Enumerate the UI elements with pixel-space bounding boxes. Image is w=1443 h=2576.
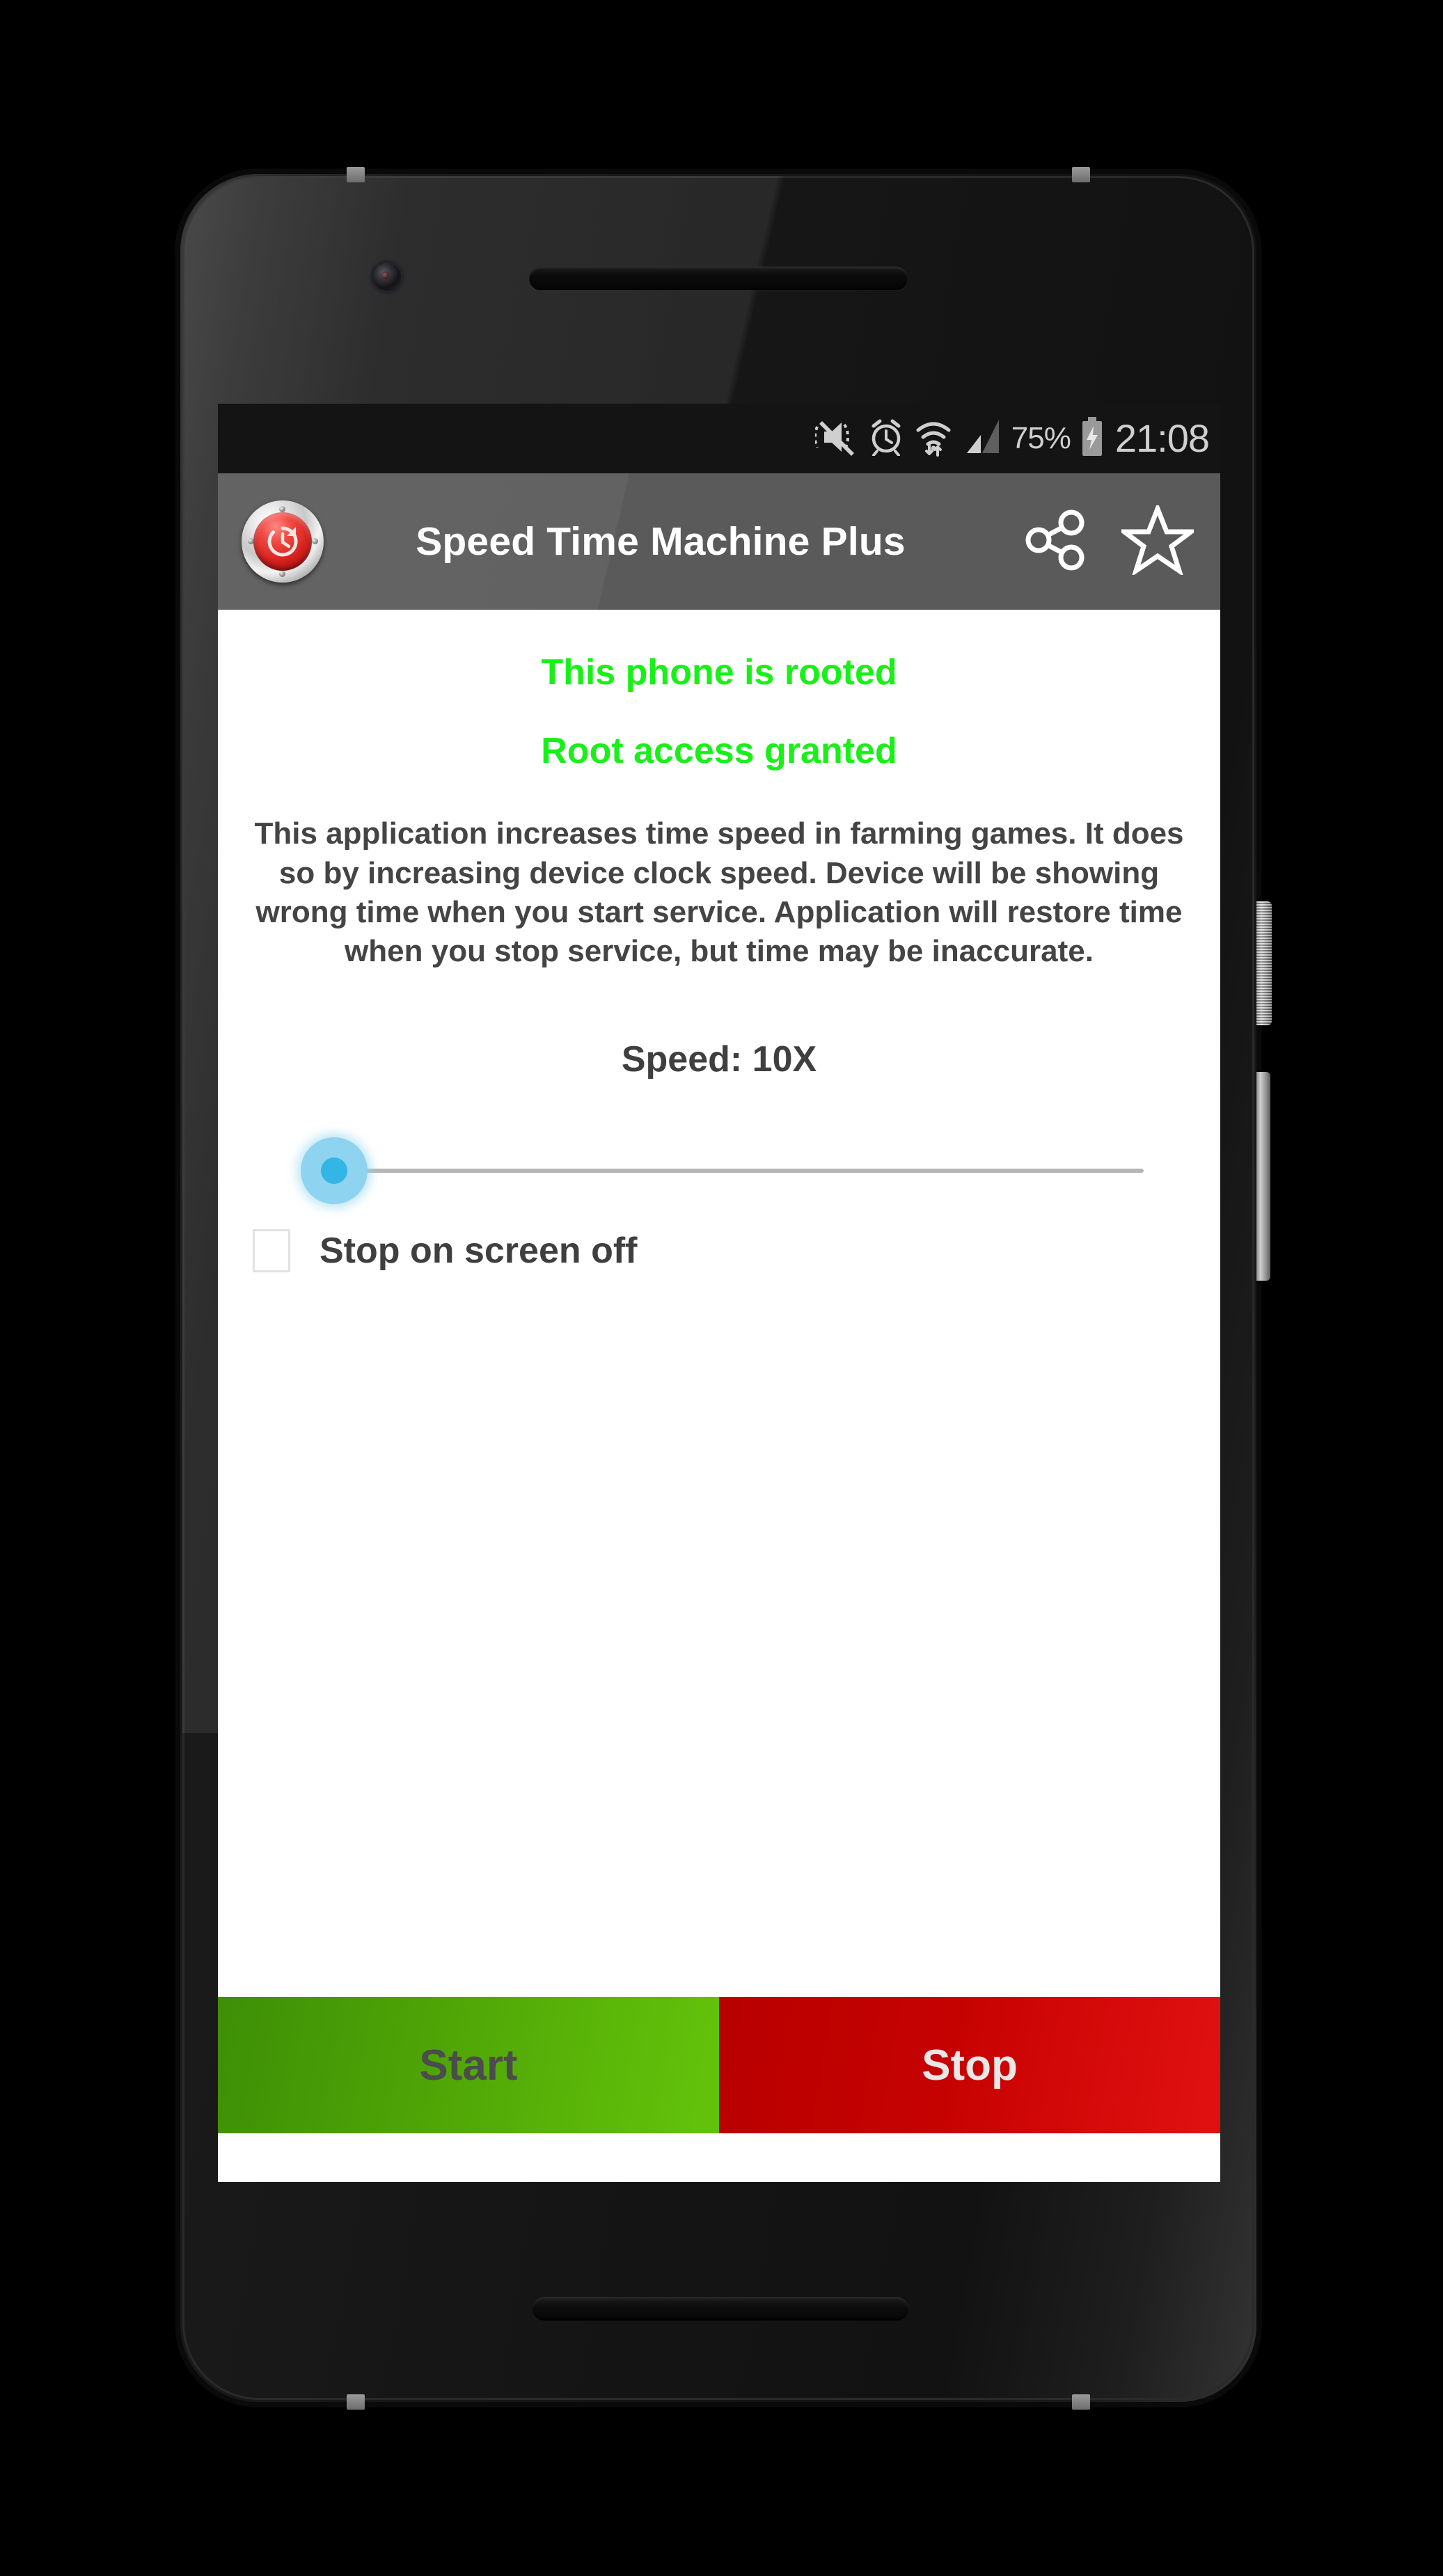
main-content: This phone is rooted Root access granted… <box>218 610 1220 1997</box>
stop-on-screen-off-label: Stop on screen off <box>320 1230 638 1271</box>
alarm-icon <box>868 418 904 459</box>
bottom-speaker <box>533 2297 908 2321</box>
bottom-action-bar: Start Stop <box>218 1997 1220 2133</box>
screenshot-stage: 75% 21:08 Speed Time Machine Plus This p… <box>0 0 1443 2576</box>
volume-rocker-button[interactable] <box>1256 1072 1270 1281</box>
antenna-line-top-right <box>1072 167 1090 182</box>
signal-icon <box>963 418 1002 459</box>
speed-label: Speed: 10X <box>621 1038 817 1080</box>
app-icon-rivet <box>279 571 285 577</box>
app-action-bar: Speed Time Machine Plus <box>218 473 1220 610</box>
phone-screen: 75% 21:08 Speed Time Machine Plus This p… <box>218 404 1220 2182</box>
start-button[interactable]: Start <box>218 1997 719 2133</box>
rate-button[interactable] <box>1113 497 1202 586</box>
antenna-line-bottom-left <box>347 2394 365 2410</box>
android-status-bar: 75% 21:08 <box>218 404 1220 473</box>
slider-thumb[interactable] <box>321 1157 347 1184</box>
earpiece-speaker <box>529 267 908 290</box>
share-button[interactable] <box>1011 497 1101 586</box>
front-camera-icon <box>373 263 401 291</box>
star-outline-icon <box>1117 501 1199 578</box>
root-status-rooted: This phone is rooted <box>541 652 897 693</box>
app-description: This application increases time speed in… <box>254 816 1184 969</box>
mute-vibrate-icon <box>813 418 858 459</box>
antenna-line-top-left <box>347 167 365 182</box>
battery-percent-label: 75% <box>1011 421 1071 455</box>
root-status-granted: Root access granted <box>541 731 897 772</box>
stop-on-screen-off-row[interactable]: Stop on screen off <box>236 1228 1202 1272</box>
app-title: Speed Time Machine Plus <box>416 519 906 564</box>
slider-track[interactable] <box>321 1168 1144 1173</box>
app-icon-rivet <box>279 506 285 512</box>
antenna-line-bottom-right <box>1072 2394 1090 2410</box>
app-icon-clock-face <box>253 512 312 571</box>
share-icon <box>1023 507 1089 577</box>
battery-charging-icon <box>1080 416 1104 461</box>
stop-on-screen-off-checkbox[interactable] <box>253 1228 290 1272</box>
power-button[interactable] <box>1256 901 1272 1025</box>
status-bar-clock: 21:08 <box>1114 416 1210 460</box>
stop-button[interactable]: Stop <box>719 1997 1220 2133</box>
wifi-icon <box>914 418 953 460</box>
speed-slider[interactable] <box>236 1129 1202 1212</box>
